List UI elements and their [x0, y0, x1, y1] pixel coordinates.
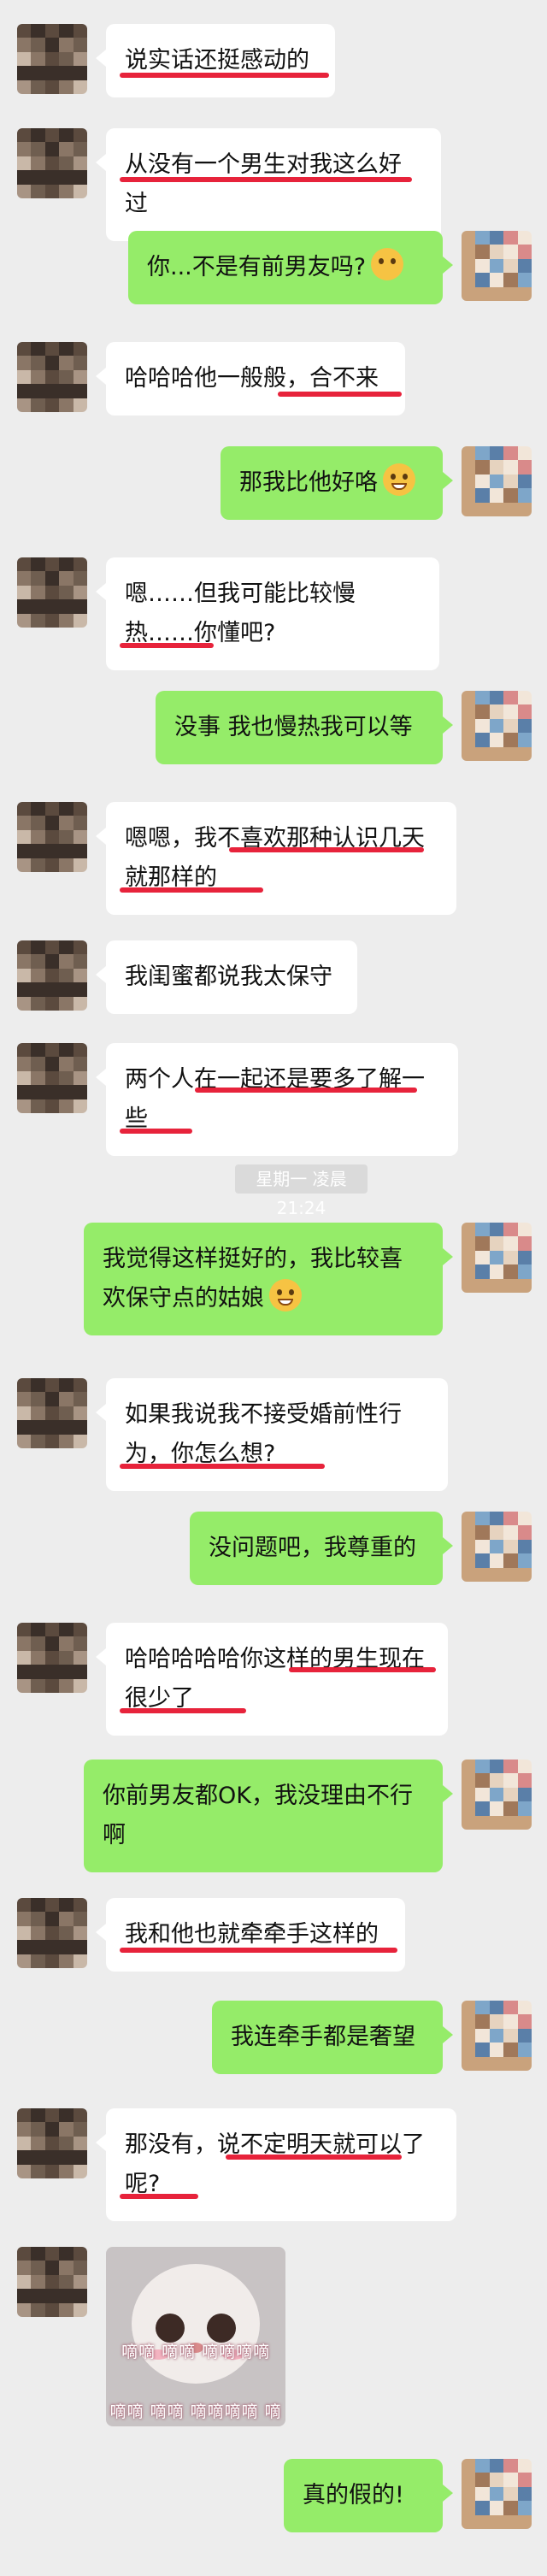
message-bubble[interactable]: 我闺蜜都说我太保守: [96, 940, 357, 1014]
message-bubble[interactable]: 我和他也就牵牵手这样的: [96, 1898, 405, 1972]
message-text: 你前男友都OK，我没理由不行啊: [103, 1783, 413, 1848]
message-bubble[interactable]: 你...不是有前男友吗?: [128, 231, 453, 304]
message-text: 真的假的!: [303, 2482, 404, 2508]
message-bubble[interactable]: 没事 我也慢热我可以等: [156, 691, 453, 764]
contact-avatar[interactable]: [17, 128, 87, 198]
message-bubble[interactable]: 那没有，说不定明天就可以了呢?: [96, 2108, 456, 2221]
message-bubble[interactable]: 从没有一个男生对我这么好过: [96, 128, 441, 241]
message-bubble[interactable]: 我连牵手都是奢望: [212, 2001, 453, 2074]
message-bubble[interactable]: 说实话还挺感动的: [96, 24, 335, 97]
my-avatar[interactable]: [462, 1223, 532, 1293]
message-text: 说实话还挺感动的: [125, 47, 309, 74]
my-avatar[interactable]: [462, 1760, 532, 1830]
contact-avatar[interactable]: [17, 342, 87, 412]
message-bubble[interactable]: 真的假的!: [284, 2459, 453, 2532]
message-bubble[interactable]: 没问题吧，我尊重的: [190, 1512, 453, 1585]
contact-avatar[interactable]: [17, 1623, 87, 1693]
message-bubble[interactable]: 哈哈哈哈哈你这样的男生现在很少了: [96, 1623, 448, 1736]
flushed-face-icon: [371, 248, 404, 280]
message-text: 我闺蜜都说我太保守: [125, 964, 332, 990]
message-bubble[interactable]: 如果我说我不接受婚前性行为，你怎么想?: [96, 1378, 448, 1491]
contact-avatar[interactable]: [17, 940, 87, 1011]
message-text: 嗯嗯，我不喜欢那种认识几天就那样的: [125, 825, 425, 891]
my-avatar[interactable]: [462, 2001, 532, 2071]
message-text: 没问题吧，我尊重的: [209, 1535, 416, 1561]
message-bubble[interactable]: 我觉得这样挺好的，我比较喜欢保守点的姑娘: [84, 1223, 453, 1335]
message-text: 如果我说我不接受婚前性行为，你怎么想?: [125, 1401, 402, 1467]
my-avatar[interactable]: [462, 1512, 532, 1582]
message-text: 嗯……但我可能比较慢热……你懂吧?: [125, 581, 356, 646]
my-avatar[interactable]: [462, 231, 532, 301]
message-text: 从没有一个男生对我这么好过: [125, 151, 402, 217]
contact-avatar[interactable]: [17, 557, 87, 628]
message-bubble[interactable]: 嗯嗯，我不喜欢那种认识几天就那样的: [96, 802, 456, 915]
contact-avatar[interactable]: [17, 1378, 87, 1448]
cat-sticker[interactable]: 嘀嘀 嘀嘀 嘀嘀嘀嘀 嘀嘀 嘀嘀 嘀嘀嘀嘀 嘀: [106, 2247, 285, 2426]
message-text: 那没有，说不定明天就可以了呢?: [125, 2131, 425, 2197]
message-bubble[interactable]: 你前男友都OK，我没理由不行啊: [84, 1760, 453, 1872]
sticker-caption: 嘀嘀 嘀嘀 嘀嘀嘀嘀: [121, 2343, 271, 2361]
contact-avatar[interactable]: [17, 24, 87, 94]
contact-avatar[interactable]: [17, 1898, 87, 1968]
sticker-caption: 嘀嘀 嘀嘀 嘀嘀嘀嘀 嘀: [109, 2402, 282, 2421]
message-bubble[interactable]: 哈哈哈他一般般，合不来: [96, 342, 405, 416]
message-bubble[interactable]: 那我比他好咯: [221, 446, 453, 520]
grinning-face-icon: [383, 463, 415, 496]
smiling-face-icon: [269, 1279, 302, 1312]
my-avatar[interactable]: [462, 2459, 532, 2529]
message-text: 那我比他好咯: [239, 469, 378, 496]
contact-avatar[interactable]: [17, 2108, 87, 2178]
message-text: 你...不是有前男友吗?: [147, 254, 367, 280]
my-avatar[interactable]: [462, 446, 532, 516]
contact-avatar[interactable]: [17, 802, 87, 872]
contact-avatar[interactable]: [17, 1043, 87, 1113]
message-text: 我觉得这样挺好的，我比较喜欢保守点的姑娘: [103, 1246, 403, 1312]
message-text: 没事 我也慢热我可以等: [174, 714, 413, 740]
timestamp: 星期一 凌晨21:24: [235, 1164, 368, 1218]
message-text: 我连牵手都是奢望: [231, 2024, 415, 2050]
message-text: 哈哈哈哈哈你这样的男生现在很少了: [125, 1646, 425, 1712]
contact-avatar[interactable]: [17, 2247, 87, 2317]
message-text: 哈哈哈他一般般，合不来: [125, 365, 379, 392]
message-text: 两个人在一起还是要多了解一些: [125, 1066, 425, 1132]
message-bubble[interactable]: 嗯……但我可能比较慢热……你懂吧?: [96, 557, 439, 670]
chat-thread[interactable]: 说实话还挺感动的 从没有一个男生对我这么好过 你...不是有前男友吗? 哈哈哈他…: [0, 0, 547, 2576]
message-bubble[interactable]: 两个人在一起还是要多了解一些: [96, 1043, 458, 1156]
my-avatar[interactable]: [462, 691, 532, 761]
message-text: 我和他也就牵牵手这样的: [125, 1921, 379, 1948]
